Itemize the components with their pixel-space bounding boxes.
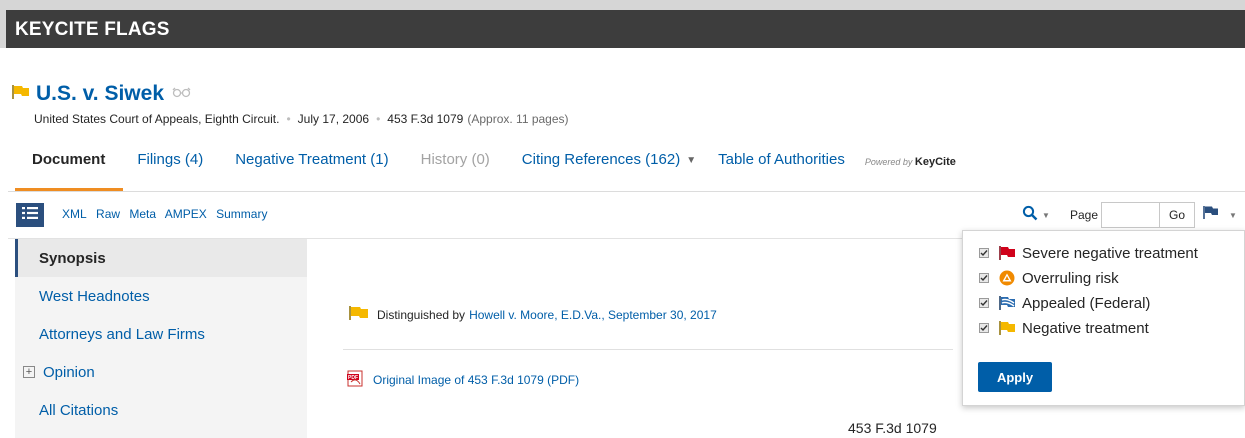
flag-option-appealed[interactable]: Appealed (Federal) — [979, 294, 1150, 312]
sidebar-item-label: All Citations — [39, 401, 119, 419]
summary-link[interactable]: Summary — [216, 207, 267, 221]
chevron-down-icon: ▼ — [1229, 210, 1237, 220]
page-label: Page — [1070, 208, 1099, 222]
keycite-logo: KeyCite — [914, 156, 956, 168]
case-metadata: United States Court of Appeals, Eighth C… — [34, 112, 569, 126]
yellow-flag-icon — [349, 305, 369, 324]
sidebar-item-label: Attorneys and Law Firms — [39, 325, 205, 343]
distinguished-case-link[interactable]: Howell v. Moore, E.D.Va., September 30, … — [469, 308, 717, 322]
tab-history: History (0) — [420, 151, 490, 168]
flag-option-overruling[interactable]: Overruling risk — [979, 269, 1119, 287]
format-links: XML Raw Meta AMPEX Summary — [62, 207, 273, 221]
raw-link[interactable]: Raw — [96, 207, 120, 221]
go-button[interactable]: Go — [1159, 202, 1195, 228]
flag-option-negative[interactable]: Negative treatment — [979, 319, 1149, 337]
flag-filter-popup: Severe negative treatment Overruling ris… — [962, 230, 1245, 406]
sidebar-item-attorneys[interactable]: Attorneys and Law Firms — [15, 315, 307, 353]
case-title: U.S. v. Siwek — [36, 82, 164, 105]
flag-option-severe[interactable]: Severe negative treatment — [979, 244, 1198, 262]
powered-by-label: Powered by — [864, 157, 913, 167]
meta-link[interactable]: Meta — [129, 207, 156, 221]
document-outline-sidebar: Synopsis West Headnotes Attorneys and La… — [15, 239, 307, 438]
section-banner: KEYCITE FLAGS — [0, 0, 1245, 48]
blue-striped-flag-icon — [998, 294, 1016, 312]
search-dropdown-button[interactable]: ▼ — [1013, 202, 1059, 228]
tab-filings[interactable]: Filings (4) — [137, 147, 203, 191]
tab-negative-treatment[interactable]: Negative Treatment (1) — [235, 147, 388, 191]
decision-date: July 17, 2006 — [297, 112, 370, 126]
red-flag-icon — [998, 244, 1016, 262]
ampex-link[interactable]: AMPEX — [165, 207, 207, 221]
yellow-flag-icon — [998, 319, 1016, 337]
toc-toggle-button[interactable] — [16, 203, 44, 227]
sidebar-item-label: West Headnotes — [39, 287, 150, 305]
page-number-input[interactable] — [1101, 202, 1161, 228]
document-tabs: Document Filings (4) Negative Treatment … — [15, 147, 956, 191]
list-icon — [22, 206, 38, 224]
page-count: (Approx. 11 pages) — [467, 112, 569, 126]
content-divider — [343, 349, 953, 350]
xml-link[interactable]: XML — [62, 207, 87, 221]
reporter-citation: 453 F.3d 1079 — [387, 112, 464, 126]
separator-dot: • — [286, 112, 291, 126]
original-image-link-row[interactable]: PDF Original Image of 453 F.3d 1079 (PDF… — [347, 370, 579, 390]
separator-dot: • — [376, 112, 381, 126]
checkbox-checked-icon[interactable] — [979, 323, 989, 333]
glasses-icon[interactable] — [172, 85, 192, 103]
sidebar-item-all-citations[interactable]: All Citations — [15, 391, 307, 429]
search-icon — [1022, 205, 1038, 226]
flag-option-label: Negative treatment — [1022, 319, 1149, 337]
banner-bar: KEYCITE FLAGS — [6, 10, 1245, 48]
flag-option-label: Severe negative treatment — [1022, 244, 1198, 262]
checkbox-checked-icon[interactable] — [979, 298, 989, 308]
sidebar-item-opinion[interactable]: + Opinion — [15, 353, 307, 391]
flag-icon — [1203, 205, 1219, 225]
tab-citing-references-label: Citing References (162) — [521, 151, 681, 168]
tab-table-of-authorities[interactable]: Table of Authorities — [718, 147, 845, 191]
sidebar-item-west-headnotes[interactable]: West Headnotes — [15, 277, 307, 315]
tab-citing-references[interactable]: Citing References (162) ▼ — [522, 147, 696, 191]
keycite-treatment-notice: Distinguished by Howell v. Moore, E.D.Va… — [349, 305, 717, 324]
court-name: United States Court of Appeals, Eighth C… — [34, 112, 280, 126]
citation-heading: 453 F.3d 1079 — [848, 420, 937, 436]
expand-icon[interactable]: + — [23, 366, 35, 378]
banner-title: KEYCITE FLAGS — [15, 19, 170, 40]
flag-filter-dropdown[interactable]: ▼ — [1203, 202, 1245, 228]
sidebar-item-label: Opinion — [43, 363, 95, 381]
case-header: U.S. v. Siwek — [12, 82, 192, 106]
orange-warning-icon — [998, 269, 1016, 287]
sidebar-item-label: Synopsis — [39, 249, 106, 267]
chevron-down-icon: ▼ — [686, 154, 697, 166]
pdf-icon: PDF — [347, 370, 365, 390]
checkbox-checked-icon[interactable] — [979, 248, 989, 258]
flag-option-label: Overruling risk — [1022, 269, 1119, 287]
original-image-link[interactable]: Original Image of 453 F.3d 1079 (PDF) — [373, 373, 579, 387]
distinguished-prefix: Distinguished by — [377, 307, 466, 322]
chevron-down-icon: ▼ — [1042, 210, 1050, 220]
checkbox-checked-icon[interactable] — [979, 273, 989, 283]
yellow-flag-icon — [12, 84, 30, 105]
sidebar-item-synopsis[interactable]: Synopsis — [15, 239, 307, 277]
apply-button[interactable]: Apply — [978, 362, 1052, 392]
powered-by-keycite: Powered by KeyCite — [865, 147, 956, 168]
flag-option-label: Appealed (Federal) — [1022, 294, 1151, 312]
tab-document[interactable]: Document — [15, 147, 124, 191]
